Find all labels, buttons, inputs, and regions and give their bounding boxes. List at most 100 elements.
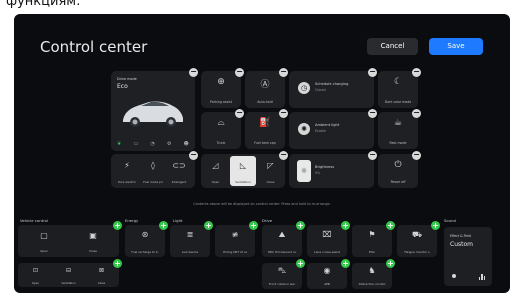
esc-icon: ⚑ — [368, 230, 376, 239]
aeb-icon: ◉ — [323, 266, 331, 275]
section-drive: Drive — [262, 218, 273, 223]
save-button[interactable]: Save — [429, 38, 483, 55]
tile-fuel-cap[interactable]: ⛽ Fuel tank cap − — [245, 109, 288, 149]
tile-window-group: ◿ ◺ ◸ Open Ventilation Close − — [201, 151, 288, 188]
door-close-icon: ▣ — [89, 231, 97, 240]
tile-low-beams[interactable]: ≣ Low beams + — [170, 221, 213, 257]
equalizer-icon — [479, 274, 486, 280]
drive-mode-card[interactable]: Drive mode Eco ❦ ▭ ◔ ⚙ ☻ − — [111, 68, 198, 151]
fuel-recharge-icon: ⊛ — [141, 230, 149, 239]
drive-mode-value: Eco — [117, 83, 128, 90]
sport-icon[interactable]: ◔ — [150, 141, 154, 147]
tile-dark-mode[interactable]: ☾ Dark color mode − — [378, 68, 421, 108]
remove-ambient-button[interactable]: − — [368, 109, 377, 118]
fatigue-icon: ⛟ — [411, 230, 423, 239]
drive-mode-icons: ❦ ▭ ◔ ⚙ ☻ — [111, 141, 195, 147]
add-lane-cruise-button[interactable]: + — [341, 221, 350, 230]
add-esc-button[interactable]: + — [386, 221, 395, 230]
add-low-beams-button[interactable]: + — [204, 221, 213, 230]
vc-vent-icon: ⊟ — [65, 267, 72, 274]
moon-icon: ☾ — [393, 77, 403, 87]
remove-trunk-button[interactable]: − — [235, 109, 244, 118]
tile-ambient-light[interactable]: ✺ Ambient light Enable − — [289, 109, 377, 149]
add-vehicle-window-button[interactable]: + — [113, 259, 122, 268]
control-center-screen: Control center Cancel Save Drive mode Ec… — [14, 14, 510, 293]
clock-icon: ◷ — [298, 82, 310, 94]
fuel-cap-icon: ⛽ — [259, 118, 271, 128]
auto-hold-icon: Ⓐ — [260, 80, 270, 90]
tile-fuel-recharge[interactable]: ⊛ Fuel recharge to b. + — [125, 221, 168, 257]
tile-parking-assist[interactable]: ⊕ Parking assist − — [201, 68, 244, 108]
tile-lane-cruise[interactable]: ⌧ Lane cruise assist + — [307, 221, 350, 257]
sound-dot-icon — [452, 274, 456, 278]
remove-schedule-button[interactable]: − — [368, 68, 377, 77]
tile-trunk[interactable]: ⌓ Trunk − — [201, 109, 244, 149]
tile-distraction-monitor[interactable]: ♞ Distraction monito + — [352, 259, 395, 289]
tile-front-collision[interactable]: ⛍ Front collision war + — [262, 259, 305, 289]
power-icon: ⏻ — [394, 160, 402, 170]
fuel-drop-icon[interactable]: ◊ — [142, 161, 164, 170]
tile-auto-hold[interactable]: Ⓐ Auto-hold − — [245, 68, 288, 108]
parking-icon: ⊕ — [217, 77, 225, 87]
tile-esc[interactable]: ⚑ ESC + — [352, 221, 395, 257]
remove-fuel-cap-button[interactable]: − — [279, 109, 288, 118]
drt-icon: ≢ — [231, 230, 239, 239]
tile-brightness[interactable]: ☼ Brightness 0% − — [289, 151, 377, 188]
add-vehicle-door-button[interactable]: + — [113, 221, 122, 230]
page-title: Control center — [40, 38, 148, 56]
remove-rest-mode-button[interactable]: − — [412, 109, 421, 118]
add-aeb-button[interactable]: + — [341, 259, 350, 268]
door-close-option[interactable]: ▣ Close — [69, 227, 117, 255]
tile-sound-effect[interactable]: Effect & Field Custom — [444, 227, 492, 286]
vc-close-option[interactable]: ⊠ Close — [86, 264, 117, 286]
tile-aeb[interactable]: ◉ AEB + — [307, 259, 350, 289]
vc-open-option[interactable]: ⊡ Open — [20, 264, 51, 286]
lightning-icon[interactable]: ⚡ — [116, 161, 138, 170]
tile-energy-mode-group: ⚡ ◊ ⊂⊃ Pure electric Fuel mode pri Intel… — [111, 151, 198, 188]
custom-icon[interactable]: ⚙ — [167, 141, 171, 147]
rest-icon: ☕ — [393, 118, 403, 128]
section-vehicle-control: Vehicle control — [20, 218, 48, 223]
vehicle-window-group: ⊡ Open ⊟ Ventilation ⊠ Close + — [18, 259, 122, 287]
intelligent-icon[interactable]: ⊂⊃ — [168, 161, 190, 170]
door-open-option[interactable]: ▢ Open — [20, 227, 68, 255]
tile-hiding-drt[interactable]: ≢ Hiding DRT of ce + — [215, 221, 258, 257]
add-fatigue-button[interactable]: + — [431, 221, 440, 230]
remove-dark-mode-button[interactable]: − — [412, 68, 421, 77]
window-vent-icon: ◺ — [239, 161, 247, 170]
section-energy: Energy — [125, 218, 139, 223]
tile-schedule-charging[interactable]: ◷ Schedule charging Closed − — [289, 68, 377, 108]
tile-power-off[interactable]: ⏻ Power off − — [378, 151, 421, 188]
add-hiding-drt-button[interactable]: + — [249, 221, 258, 230]
remove-parking-button[interactable]: − — [235, 68, 244, 77]
lane-icon: ⌧ — [322, 230, 332, 239]
window-open-icon: ◿ — [212, 161, 219, 170]
vehicle-door-group: ▢ Open ▣ Close + — [18, 221, 122, 257]
vc-ventilation-option[interactable]: ⊟ Ventilation — [53, 264, 84, 286]
remove-power-off-button[interactable]: − — [412, 151, 421, 160]
car-image — [123, 101, 183, 127]
add-front-collision-button[interactable]: + — [296, 259, 305, 268]
person-icon[interactable]: ☻ — [184, 141, 189, 147]
comfort-car-icon[interactable]: ▭ — [133, 141, 138, 147]
tile-hdc[interactable]: ⛰ HDC Hill descent co + — [262, 221, 305, 257]
remove-brightness-button[interactable]: − — [368, 151, 377, 160]
hint-text: Contents above will be displayed on cont… — [193, 202, 331, 206]
add-distraction-button[interactable]: + — [386, 259, 395, 268]
distraction-icon: ♞ — [368, 266, 376, 275]
remove-auto-hold-button[interactable]: − — [279, 68, 288, 77]
tile-rest-mode[interactable]: ☕ Rest mode − — [378, 109, 421, 149]
tile-fatigue-monitor[interactable]: ⛟ Fatigue monitor s + — [397, 221, 440, 257]
collision-icon: ⛍ — [277, 266, 287, 275]
add-fuel-recharge-button[interactable]: + — [159, 221, 168, 230]
remove-energy-mode-button[interactable]: − — [189, 151, 198, 160]
remove-window-button[interactable]: − — [279, 151, 288, 160]
eco-leaf-icon[interactable]: ❦ — [117, 141, 121, 147]
vc-open-icon: ⊡ — [32, 267, 39, 274]
remove-drive-mode-button[interactable]: − — [189, 68, 198, 77]
vc-close-icon: ⊠ — [98, 267, 105, 274]
bulb-icon: ✺ — [298, 123, 310, 135]
hdc-icon: ⛰ — [278, 230, 286, 239]
add-hdc-button[interactable]: + — [296, 221, 305, 230]
cancel-button[interactable]: Cancel — [367, 38, 418, 55]
